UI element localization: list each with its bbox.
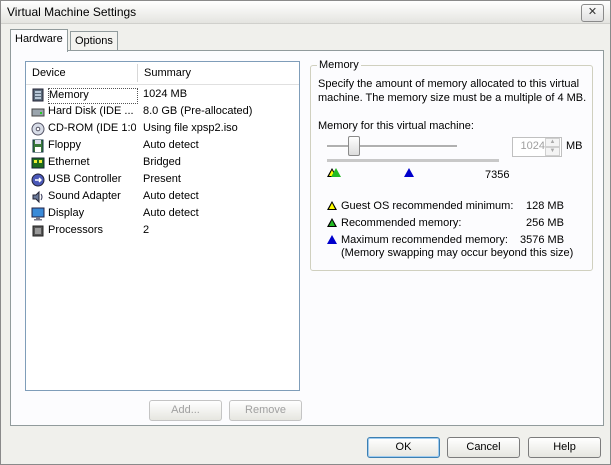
cancel-button[interactable]: Cancel [447, 437, 520, 458]
floppy-icon [32, 139, 44, 153]
yellow-triangle-icon [327, 201, 337, 210]
usb-icon [31, 173, 45, 187]
memory-unit-label: MB [566, 140, 583, 152]
help-button[interactable]: Help [528, 437, 601, 458]
device-summary: Bridged [143, 156, 181, 168]
device-name: USB Controller [48, 173, 122, 185]
device-row-ethernet[interactable]: Ethernet Bridged [28, 155, 296, 172]
device-row-hard-disk[interactable]: Hard Disk (IDE ... 8.0 GB (Pre-allocated… [28, 104, 296, 121]
title-bar[interactable]: Virtual Machine Settings ✕ [1, 1, 610, 24]
display-icon [31, 207, 45, 221]
device-summary: Present [143, 173, 181, 185]
device-row-usb-controller[interactable]: USB Controller Present [28, 172, 296, 189]
memory-field-label: Memory for this virtual machine: [318, 120, 474, 132]
device-row-memory[interactable]: Memory 1024 MB [28, 87, 296, 104]
tab-hardware[interactable]: Hardware [10, 29, 68, 52]
memory-size-value: 1024 [520, 140, 545, 152]
device-summary: 2 [143, 224, 150, 236]
memory-slider-thumb[interactable] [348, 136, 360, 156]
memory-range-bar [327, 159, 499, 162]
device-row-display[interactable]: Display Auto detect [28, 206, 296, 223]
max-recommended-marker-icon [404, 168, 414, 177]
memory-description-line2: machine. The memory size must be a multi… [318, 92, 587, 104]
device-summary: Auto detect [143, 207, 199, 219]
device-name: Ethernet [48, 156, 90, 168]
add-device-button[interactable]: Add... [149, 400, 222, 421]
device-summary: 8.0 GB (Pre-allocated) [143, 105, 253, 117]
device-row-floppy[interactable]: Floppy Auto detect [28, 138, 296, 155]
memory-group-title: Memory [317, 59, 361, 71]
ethernet-icon [31, 157, 45, 169]
device-name: Floppy [48, 139, 82, 151]
device-summary: Auto detect [143, 139, 199, 151]
device-name: Memory [48, 88, 138, 104]
device-name: CD-ROM (IDE 1:0) [48, 122, 136, 134]
memory-size-stepper[interactable]: 1024 ▲ ▼ [512, 137, 562, 157]
column-device[interactable]: Device [32, 67, 66, 79]
device-summary: Auto detect [143, 190, 199, 202]
legend-recommended-label: Recommended memory: [341, 217, 462, 229]
device-name: Hard Disk (IDE ... [48, 105, 134, 117]
tab-options[interactable]: Options [70, 31, 118, 50]
green-triangle-icon [327, 218, 337, 227]
processor-icon [32, 225, 44, 237]
recommended-marker-icon [331, 168, 341, 177]
spin-up-arrow-icon[interactable]: ▲ [545, 138, 560, 147]
device-name: Sound Adapter [48, 190, 121, 202]
memory-slider-track[interactable] [327, 145, 457, 148]
column-separator[interactable] [137, 64, 138, 82]
memory-description-line1: Specify the amount of memory allocated t… [318, 78, 580, 90]
spin-down-arrow-icon[interactable]: ▼ [545, 147, 560, 156]
device-summary: 1024 MB [143, 88, 188, 100]
device-row-processors[interactable]: Processors 2 [28, 223, 296, 240]
device-list[interactable]: Device Summary Memory 1024 MB Hard Disk … [25, 61, 300, 391]
settings-window: Virtual Machine Settings ✕ Hardware Opti… [0, 0, 611, 465]
column-summary[interactable]: Summary [144, 67, 191, 79]
close-button[interactable]: ✕ [581, 4, 604, 22]
device-row-cdrom[interactable]: CD-ROM (IDE 1:0) Using file xpsp2.iso [28, 121, 296, 138]
device-summary: Using file xpsp2.iso [143, 122, 238, 134]
hardware-tab-panel: Device Summary Memory 1024 MB Hard Disk … [10, 50, 604, 426]
device-list-header: Device Summary [26, 62, 299, 85]
swap-note: (Memory swapping may occur beyond this s… [341, 247, 574, 259]
legend-min-label: Guest OS recommended minimum: [341, 200, 514, 212]
device-row-sound-adapter[interactable]: Sound Adapter Auto detect [28, 189, 296, 206]
device-name: Display [48, 207, 85, 219]
cdrom-icon [31, 122, 45, 136]
hard-disk-icon [31, 108, 45, 117]
slider-max-label: 7356 [485, 169, 510, 181]
sound-icon [32, 190, 43, 204]
memory-icon [32, 88, 44, 102]
window-title: Virtual Machine Settings [7, 5, 137, 19]
remove-device-button[interactable]: Remove [229, 400, 302, 421]
ok-button[interactable]: OK [367, 437, 440, 458]
device-name: Processors [48, 224, 104, 236]
legend-min-value: 128 MB [526, 200, 564, 212]
legend-max-value: 3576 MB [520, 234, 565, 246]
legend-recommended-value: 256 MB [526, 217, 564, 229]
legend-max-label: Maximum recommended memory: [341, 234, 508, 246]
blue-triangle-icon [327, 235, 337, 244]
